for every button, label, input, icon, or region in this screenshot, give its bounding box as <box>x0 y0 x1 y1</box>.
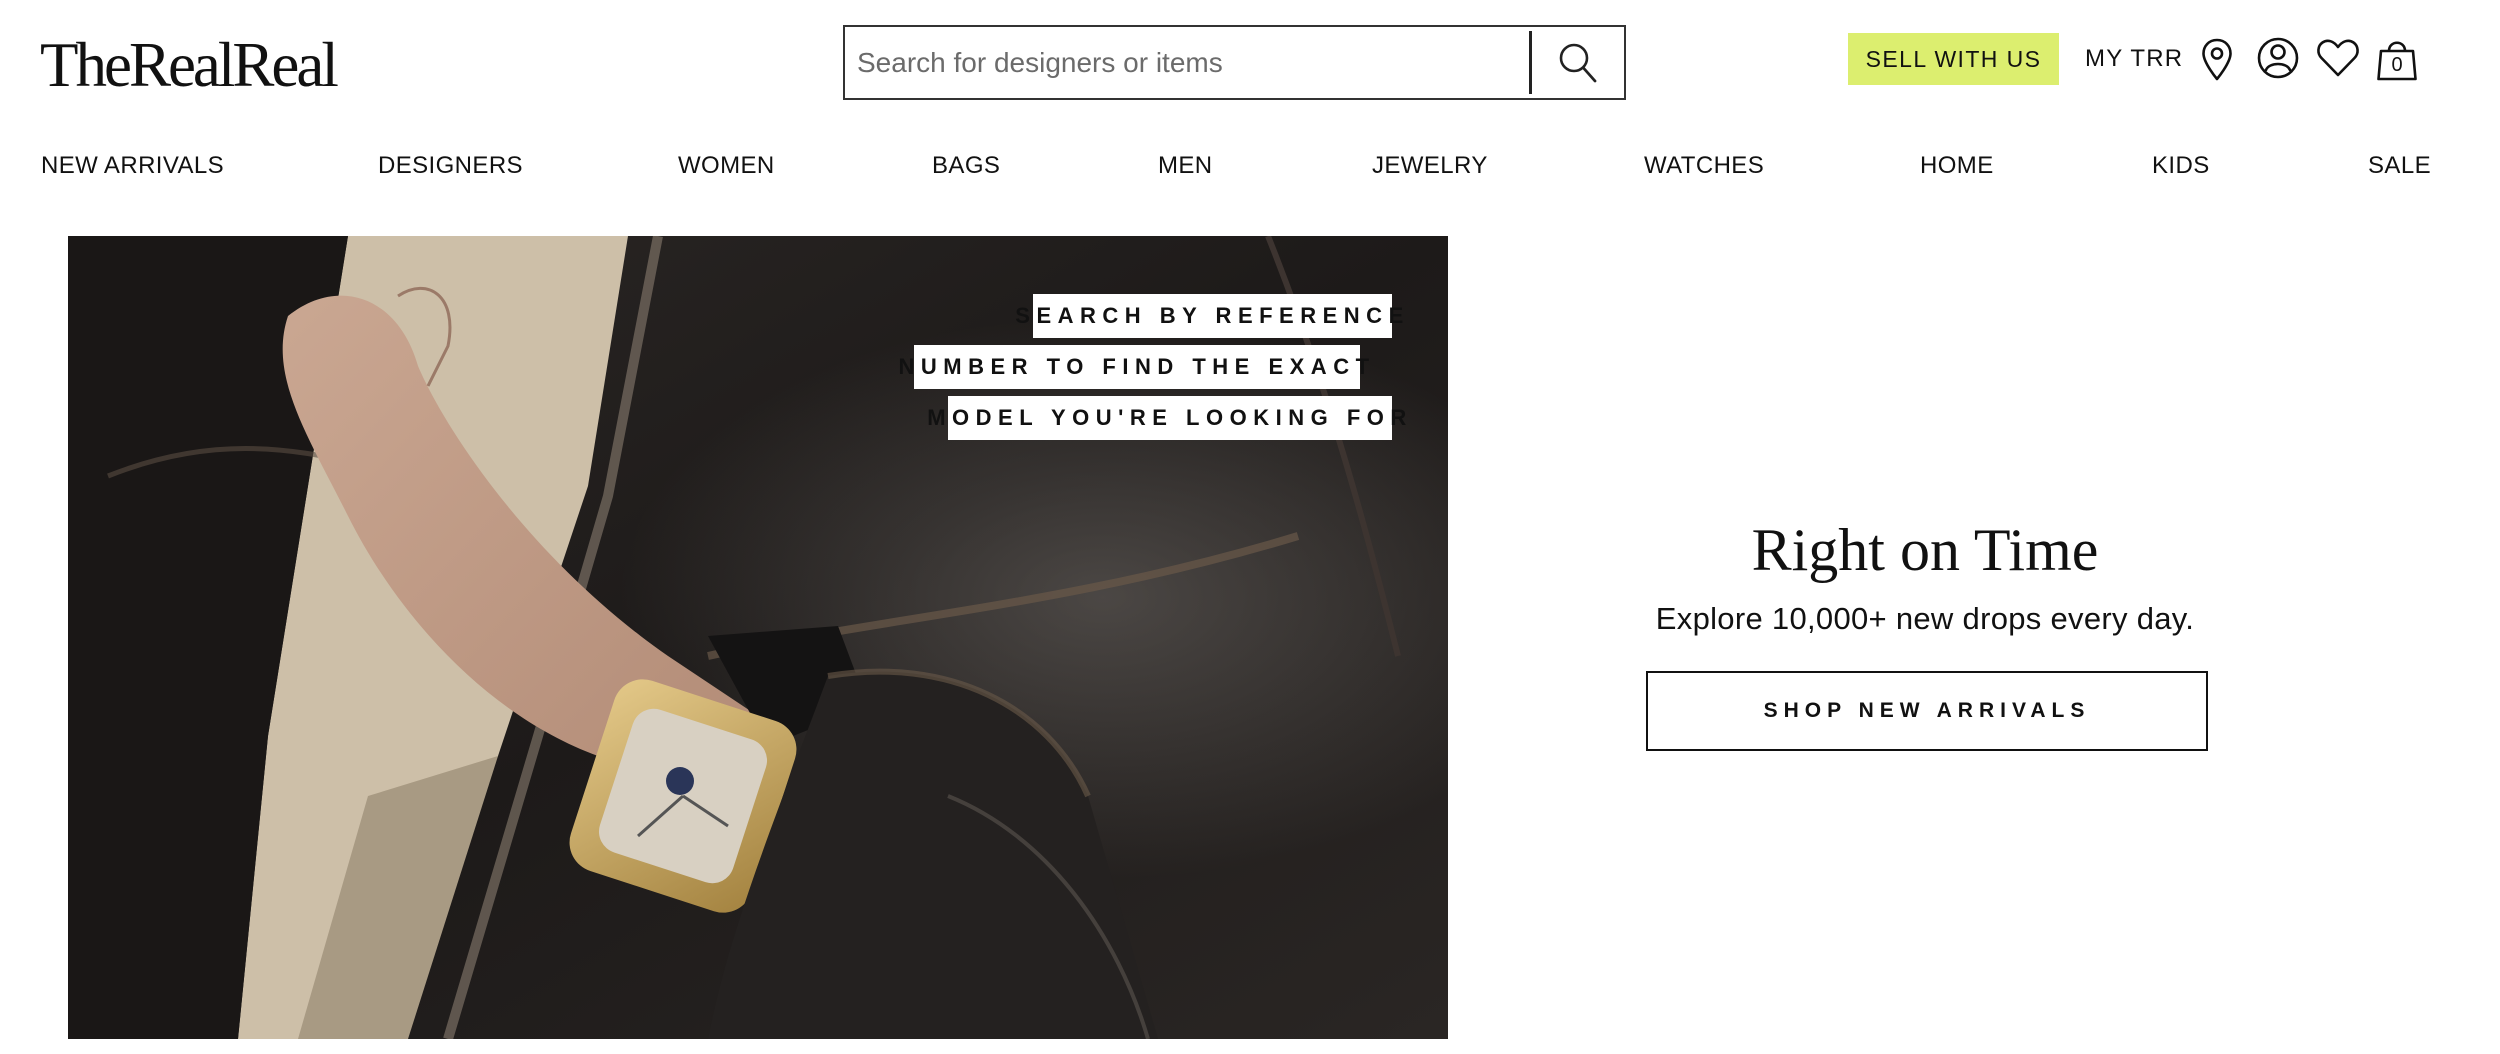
location-pin-icon[interactable] <box>2200 37 2234 83</box>
search-button[interactable] <box>1532 27 1624 98</box>
logo[interactable]: TheRealReal <box>40 28 339 102</box>
search-icon <box>1559 43 1597 82</box>
nav-watches[interactable]: WATCHES <box>1644 150 1764 182</box>
hero-tag-line-2: NUMBER TO FIND THE EXACT <box>898 345 1369 389</box>
nav-sale[interactable]: SALE <box>2368 150 2431 182</box>
nav-new-arrivals[interactable]: NEW ARRIVALS <box>41 150 224 182</box>
account-icon[interactable] <box>2256 36 2300 80</box>
nav-jewelry[interactable]: JEWELRY <box>1372 150 1488 182</box>
promo-title: Right on Time <box>1751 517 2099 583</box>
sell-with-us-button[interactable]: SELL WITH US <box>1848 33 2059 85</box>
search-input[interactable] <box>845 27 1529 98</box>
promo-subtitle: Explore 10,000+ new drops every day. <box>1655 601 2195 636</box>
nav-men[interactable]: MEN <box>1158 150 1213 182</box>
cart-count: 0 <box>2391 54 2403 76</box>
nav-designers[interactable]: DESIGNERS <box>378 150 523 182</box>
hero-tag-line-1: SEARCH BY REFERENCE <box>1015 294 1403 338</box>
hero-tag-line-3: MODEL YOU'RE LOOKING FOR <box>927 396 1406 440</box>
nav-women[interactable]: WOMEN <box>678 150 775 182</box>
search-bar <box>843 25 1626 100</box>
shop-new-arrivals-button[interactable]: SHOP NEW ARRIVALS <box>1646 671 2208 751</box>
my-trr-link[interactable]: MY TRR <box>2085 42 2183 76</box>
page: TheRealReal SELL WITH US MY TRR 0 <box>0 0 2500 1054</box>
nav-bags[interactable]: BAGS <box>932 150 1000 182</box>
heart-icon[interactable] <box>2316 38 2360 78</box>
nav-home[interactable]: HOME <box>1920 150 1994 182</box>
nav-kids[interactable]: KIDS <box>2152 150 2210 182</box>
hero-image[interactable]: SEARCH BY REFERENCE NUMBER TO FIND THE E… <box>68 236 1448 1039</box>
shopping-bag-button[interactable]: 0 <box>2376 36 2418 82</box>
